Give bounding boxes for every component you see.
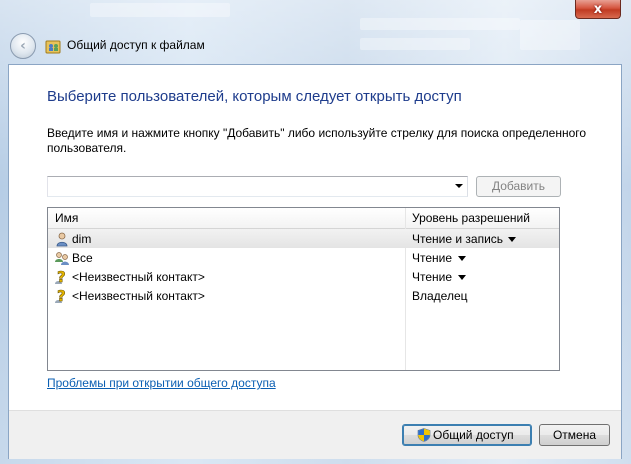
row-permission[interactable]: Чтение bbox=[412, 270, 452, 284]
dialog-content: Выберите пользователей, которым следует … bbox=[8, 64, 622, 459]
share-button[interactable]: Общий доступ bbox=[402, 424, 532, 446]
user-name-combobox[interactable] bbox=[47, 176, 468, 197]
background-window-ghost bbox=[360, 38, 470, 50]
dialog-heading: Выберите пользователей, которым следует … bbox=[47, 88, 462, 105]
users-share-icon bbox=[45, 40, 61, 54]
table-row[interactable]: ? <Неизвестный контакт> Владелец bbox=[48, 286, 559, 305]
back-arrow-icon: ‹ bbox=[20, 37, 26, 54]
row-name: <Неизвестный контакт> bbox=[72, 289, 205, 303]
background-window-ghost bbox=[520, 20, 580, 50]
add-button[interactable]: Добавить bbox=[476, 176, 561, 197]
sharing-help-link[interactable]: Проблемы при открытии общего доступа bbox=[47, 376, 276, 390]
list-header: Имя Уровень разрешений bbox=[48, 208, 559, 229]
row-permission: Владелец bbox=[412, 289, 468, 303]
unknown-contact-icon: ? bbox=[55, 288, 66, 304]
window-title: Общий доступ к файлам bbox=[67, 38, 205, 52]
share-button-label: Общий доступ bbox=[433, 428, 514, 442]
row-permission[interactable]: Чтение и запись bbox=[412, 232, 503, 246]
unknown-contact-icon: ? bbox=[55, 269, 66, 285]
background-window-ghost bbox=[90, 3, 230, 17]
table-row[interactable]: Все Чтение bbox=[48, 248, 559, 267]
column-header-name[interactable]: Имя bbox=[55, 211, 78, 225]
cancel-button[interactable]: Отмена bbox=[539, 424, 610, 446]
dialog-footer: Общий доступ Отмена bbox=[9, 410, 621, 459]
background-window-ghost bbox=[360, 18, 520, 30]
close-icon: x bbox=[593, 1, 603, 17]
back-button[interactable]: ‹ bbox=[10, 33, 36, 59]
permissions-list[interactable]: Имя Уровень разрешений dim Чтение и запи… bbox=[47, 207, 560, 371]
table-row[interactable]: ? <Неизвестный контакт> Чтение bbox=[48, 267, 559, 286]
svg-text:?: ? bbox=[57, 288, 66, 304]
svg-text:?: ? bbox=[57, 269, 66, 285]
row-permission[interactable]: Чтение bbox=[412, 251, 452, 265]
chevron-down-icon[interactable] bbox=[455, 184, 463, 188]
user-icon bbox=[56, 232, 68, 247]
row-name: <Неизвестный контакт> bbox=[72, 270, 205, 284]
close-button[interactable]: x bbox=[575, 0, 621, 19]
column-header-permission[interactable]: Уровень разрешений bbox=[412, 211, 530, 225]
row-name: dim bbox=[72, 232, 92, 246]
group-icon bbox=[55, 252, 69, 265]
chevron-down-icon[interactable] bbox=[458, 256, 466, 261]
chevron-down-icon[interactable] bbox=[508, 237, 516, 242]
uac-shield-icon bbox=[417, 428, 431, 442]
row-name: Все bbox=[72, 251, 93, 265]
chevron-down-icon[interactable] bbox=[458, 275, 466, 280]
table-row[interactable]: dim Чтение и запись bbox=[48, 229, 559, 248]
dialog-instructions: Введите имя и нажмите кнопку "Добавить" … bbox=[47, 126, 587, 155]
